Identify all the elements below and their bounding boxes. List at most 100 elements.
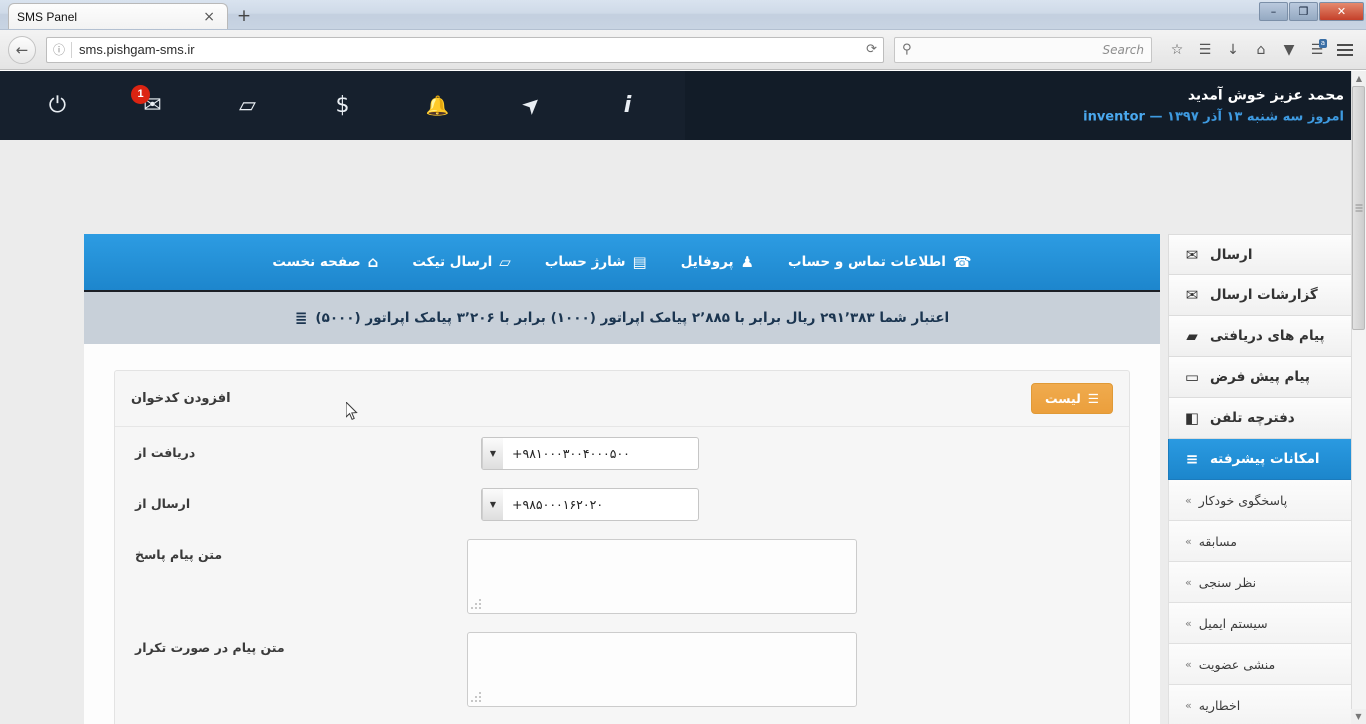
welcome-greeting: محمد عزیز خوش آمدید <box>1187 87 1344 103</box>
credit-bar: اعتبار شما ۲۹۱٬۳۸۳ ریال برابر با ۲٬۸۸۵ پ… <box>84 292 1160 344</box>
close-icon[interactable]: × <box>199 10 219 24</box>
account-icon[interactable]: ☰ a <box>1304 37 1330 63</box>
sidebar-item-send[interactable]: ارسال ✉ <box>1168 234 1358 275</box>
field-reply-text: متن پیام پاسخ <box>131 539 1113 614</box>
sidebar-item-reports[interactable]: گزارشات ارسال ✉ <box>1168 275 1358 316</box>
nav-profile[interactable]: ♟ پروفایل <box>681 253 754 271</box>
sidebar-sub-label: سیستم ایمیل <box>1198 615 1268 631</box>
send-from-label: ارسال از <box>135 496 191 511</box>
resize-grip-icon[interactable] <box>471 692 481 704</box>
nav-home[interactable]: ⌂ صفحه نخست <box>272 253 378 271</box>
url-divider <box>71 41 73 58</box>
bell-icon[interactable]: 🔔 <box>390 71 485 140</box>
sidebar-item-label: دفترچه تلفن <box>1210 410 1295 426</box>
browser-titlebar: SMS Panel × + – ❐ ✕ <box>0 0 1366 30</box>
restore-button[interactable]: ❐ <box>1289 2 1318 21</box>
sidebar-sub-warning[interactable]: اخطاریه » <box>1168 685 1358 724</box>
envelope-badge: 1 <box>131 85 150 104</box>
scrollbar-thumb[interactable] <box>1352 86 1365 330</box>
send-from-value: +۹۸۵۰۰۰۱۶۲۰۲۰ <box>512 497 604 512</box>
scroll-up-arrow-icon[interactable]: ▲ <box>1352 71 1366 86</box>
power-icon[interactable]: ⏻ <box>10 71 105 140</box>
sidebar-sub-poll[interactable]: نظر سنجی » <box>1168 562 1358 603</box>
receive-from-select[interactable]: ▼ +۹۸۱۰۰۰۳۰۰۴۰۰۰۵۰۰ <box>481 437 699 470</box>
nav-charge[interactable]: ▤ شارژ حساب <box>545 253 647 271</box>
tag-icon[interactable]: ▱ <box>200 71 295 140</box>
browser-tab[interactable]: SMS Panel × <box>8 3 228 29</box>
sidebar-sub-label: مسابقه <box>1198 533 1237 549</box>
window-controls: – ❐ ✕ <box>1259 2 1364 21</box>
account-badge: a <box>1318 38 1327 48</box>
envelope-icon[interactable]: ✉ 1 <box>105 71 200 140</box>
pocket-icon[interactable]: ▼ <box>1276 37 1302 63</box>
app-header: ⏻ ✉ 1 ▱ $ 🔔 ➤ i محمد عزیز خوش آمدید امرو… <box>0 71 1366 140</box>
url-bar[interactable]: ⓘ sms.pishgam-sms.ir ⟳ <box>46 36 884 63</box>
close-window-button[interactable]: ✕ <box>1319 2 1364 21</box>
page-title: افزودن کدخوان <box>131 391 231 406</box>
sidebar-item-label: پیام پیش فرض <box>1210 369 1311 385</box>
list-button[interactable]: ☰ لیست <box>1031 383 1113 414</box>
browser-toolbar: ← ⓘ sms.pishgam-sms.ir ⟳ ⚲ Search ☆ ☰ ↓ … <box>0 30 1366 70</box>
field-receive-from: ▼ +۹۸۱۰۰۰۳۰۰۴۰۰۰۵۰۰ دریافت از <box>131 437 1113 470</box>
new-tab-button[interactable]: + <box>232 6 256 28</box>
scroll-down-arrow-icon[interactable]: ▼ <box>1351 709 1366 724</box>
sidebar-item-inbox[interactable]: پیام های دریافتی ▰ <box>1168 316 1358 357</box>
sidebar-sub-contest[interactable]: مسابقه » <box>1168 521 1358 562</box>
main-content: ☎ اطلاعات تماس و حساب ♟ پروفایل ▤ شارژ ح… <box>84 140 1160 724</box>
sidebar-item-default-message[interactable]: پیام پیش فرض ▭ <box>1168 357 1358 398</box>
sidebar-item-phonebook[interactable]: دفترچه تلفن ◧ <box>1168 398 1358 439</box>
user-icon: ♟ <box>740 253 755 271</box>
nav-contact[interactable]: ☎ اطلاعات تماس و حساب <box>788 253 972 271</box>
back-button[interactable]: ← <box>8 35 36 64</box>
home-icon: ⌂ <box>367 253 379 271</box>
welcome-username: inventor <box>1083 109 1145 124</box>
book-icon: ◧ <box>1184 409 1200 427</box>
field-send-from: ▼ +۹۸۵۰۰۰۱۶۲۰۲۰ ارسال از <box>131 488 1113 521</box>
resize-grip-icon[interactable] <box>471 599 481 611</box>
reply-text-label: متن پیام پاسخ <box>135 547 223 562</box>
browser-tab-title: SMS Panel <box>17 10 78 24</box>
chevron-left-icon: » <box>1185 616 1192 630</box>
sidebar-sub-label: اخطاریه <box>1198 697 1241 713</box>
sidebar-sub-label: پاسخگوی خودکار <box>1198 492 1288 508</box>
sidebar-sub-email[interactable]: سیستم ایمیل » <box>1168 603 1358 644</box>
nav-ticket[interactable]: ▱ ارسال تیکت <box>412 253 510 271</box>
envelope-filled-icon: ✉ <box>1185 245 1199 264</box>
welcome-dash: — <box>1144 109 1168 124</box>
list-button-label: لیست <box>1045 391 1081 406</box>
chevron-down-icon[interactable]: ▼ <box>482 438 503 469</box>
sidebar-item-advanced[interactable]: امکانات پیشرفته ≡ <box>1168 439 1358 480</box>
reply-text-textarea[interactable] <box>467 539 857 614</box>
coins-icon: ≣ <box>294 309 308 327</box>
credit-bar-text: اعتبار شما ۲۹۱٬۳۸۳ ریال برابر با ۲٬۸۸۵ پ… <box>315 310 950 326</box>
bookmark-star-icon[interactable]: ☆ <box>1164 37 1190 63</box>
dollar-icon[interactable]: $ <box>295 71 390 140</box>
home-icon[interactable]: ⌂ <box>1248 37 1274 63</box>
sidebar-sub-label: منشی عضویت <box>1198 656 1276 672</box>
send-from-select[interactable]: ▼ +۹۸۵۰۰۰۱۶۲۰۲۰ <box>481 488 699 521</box>
download-icon[interactable]: ↓ <box>1220 37 1246 63</box>
repeat-text-textarea[interactable] <box>467 632 857 707</box>
search-bar[interactable]: ⚲ Search <box>894 36 1152 63</box>
page-scrollbar[interactable]: ▲ ▼ <box>1351 71 1366 724</box>
phone-icon: ☎ <box>952 253 972 271</box>
form-panel: ☰ لیست افزودن کدخوان ▼ +۹۸۱۰۰۰۳۰۰۴۰۰۰۵۰۰… <box>114 370 1130 724</box>
welcome-block: محمد عزیز خوش آمدید امروز سه شنبه ۱۳ آذر… <box>1083 87 1344 124</box>
send-plane-icon[interactable]: ➤ <box>485 71 580 140</box>
receive-from-label: دریافت از <box>135 445 196 460</box>
welcome-date: امروز سه شنبه ۱۳ آذر ۱۳۹۷ <box>1167 109 1344 124</box>
sidebar-item-label: گزارشات ارسال <box>1210 287 1318 303</box>
app-header-icons: ⏻ ✉ 1 ▱ $ 🔔 ➤ i <box>0 71 685 140</box>
sidebar-sub-autoresponder[interactable]: پاسخگوی خودکار » <box>1168 480 1358 521</box>
panel-body: ▼ +۹۸۱۰۰۰۳۰۰۴۰۰۰۵۰۰ دریافت از ▼ +۹۸۵۰۰۰۱… <box>115 427 1129 724</box>
identity-icon[interactable]: ⓘ <box>53 41 65 58</box>
welcome-subline: امروز سه شنبه ۱۳ آذر ۱۳۹۷ — inventor <box>1083 109 1344 124</box>
ticket-icon: ▱ <box>499 253 511 271</box>
reload-icon[interactable]: ⟳ <box>866 42 877 57</box>
menu-hamburger-icon[interactable] <box>1332 37 1358 63</box>
info-icon[interactable]: i <box>580 71 675 140</box>
library-icon[interactable]: ☰ <box>1192 37 1218 63</box>
minimize-button[interactable]: – <box>1259 2 1288 21</box>
chevron-down-icon[interactable]: ▼ <box>482 489 503 520</box>
sidebar-sub-membership[interactable]: منشی عضویت » <box>1168 644 1358 685</box>
